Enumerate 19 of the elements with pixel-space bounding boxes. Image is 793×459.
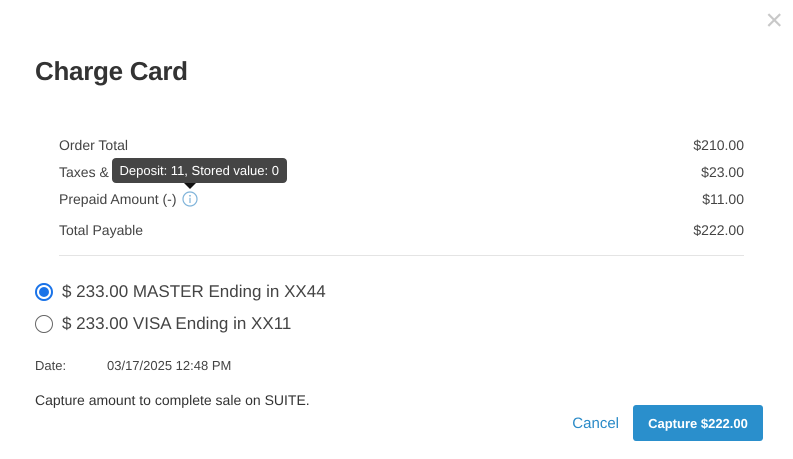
- cancel-button[interactable]: Cancel: [572, 410, 619, 436]
- card-option-label[interactable]: $ 233.00 VISA Ending in XX11: [62, 314, 292, 334]
- summary-label: Prepaid Amount (-): [59, 190, 176, 206]
- summary-label: Taxes &: [59, 164, 109, 180]
- radio-button[interactable]: [35, 315, 53, 333]
- summary-value: $210.00: [693, 136, 744, 152]
- summary-value: $11.00: [702, 190, 744, 206]
- summary-label: Total Payable: [59, 222, 144, 238]
- capture-button[interactable]: Capture $222.00: [633, 405, 763, 441]
- radio-button[interactable]: [35, 283, 53, 301]
- card-option-label[interactable]: $ 233.00 MASTER Ending in XX44: [62, 282, 326, 302]
- dialog-title: Charge Card: [35, 56, 189, 87]
- summary-label: Order Total: [59, 136, 128, 152]
- note-text: Capture amount to complete sale on SUITE.: [35, 392, 311, 408]
- tooltip: Deposit: 11, Stored value: 0: [112, 158, 287, 188]
- date-value: 03/17/2025 12:48 PM: [107, 358, 232, 373]
- date-label: Date:: [35, 358, 68, 373]
- summary-value: $23.00: [701, 164, 744, 180]
- summary-value: $222.00: [693, 222, 744, 238]
